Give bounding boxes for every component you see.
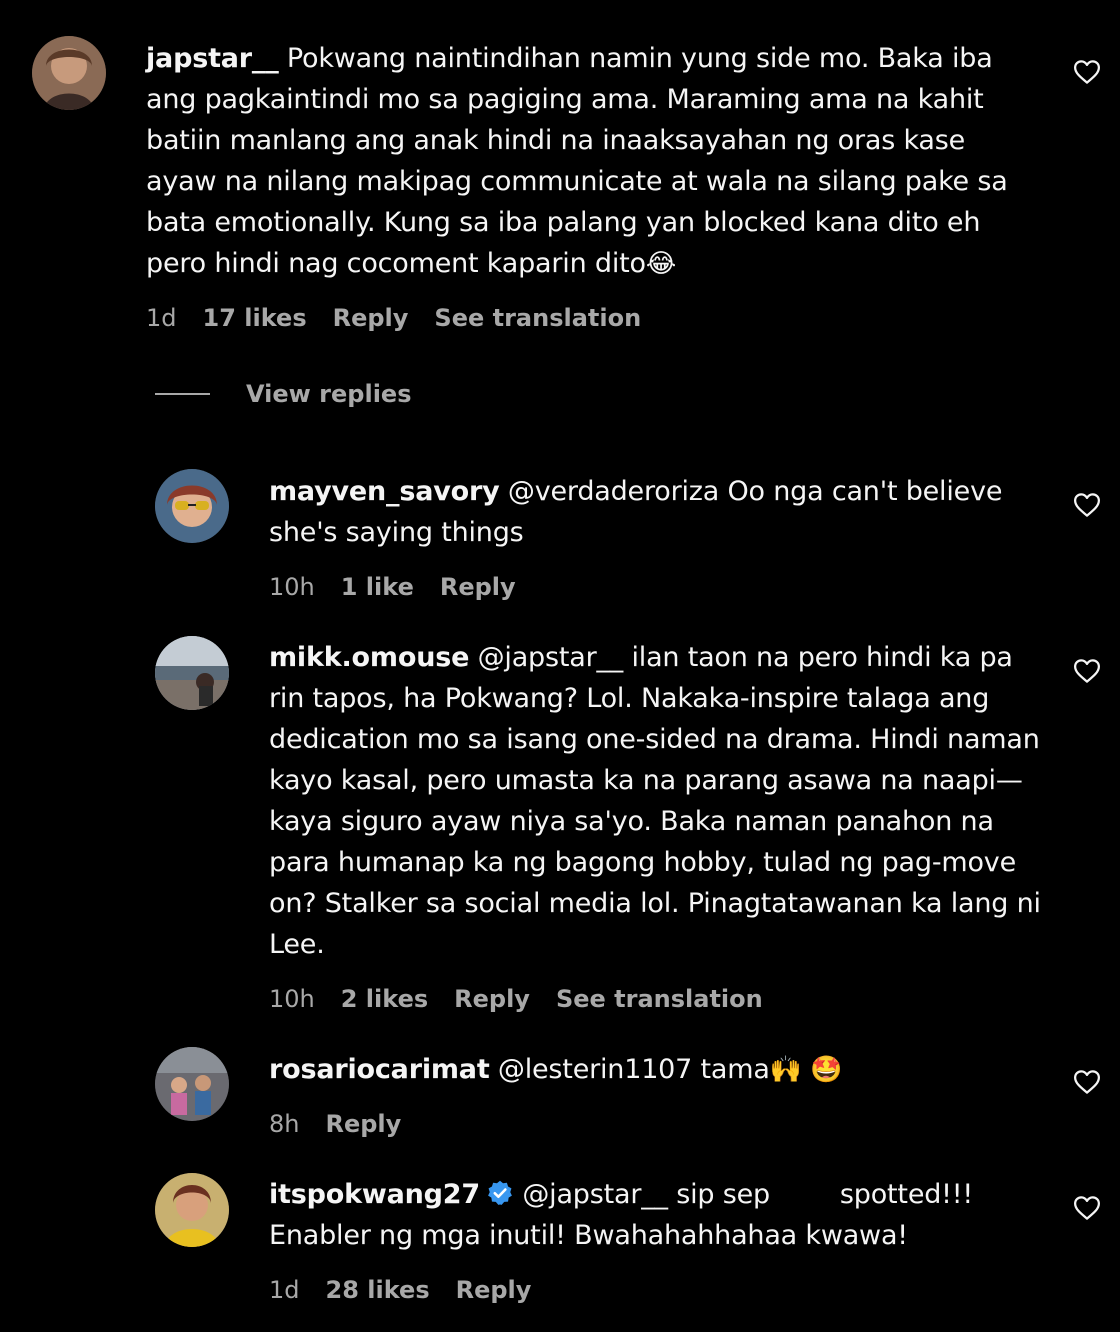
reply-meta: 10h 1 like Reply bbox=[269, 573, 516, 601]
reply-button[interactable]: Reply bbox=[440, 573, 516, 601]
reply-time: 10h bbox=[269, 985, 315, 1013]
reply-time: 10h bbox=[269, 573, 315, 601]
divider-line bbox=[155, 393, 210, 395]
reply-likes[interactable]: 1 like bbox=[341, 573, 414, 601]
reply-username[interactable]: mikk.omouse bbox=[269, 642, 469, 673]
avatar[interactable] bbox=[32, 36, 106, 110]
comment-meta: 1d 17 likes Reply See translation bbox=[146, 304, 641, 332]
reply-meta: 10h 2 likes Reply See translation bbox=[269, 985, 763, 1013]
reply-meta: 1d 28 likes Reply bbox=[269, 1276, 531, 1304]
avatar[interactable] bbox=[155, 469, 229, 543]
comment-likes[interactable]: 17 likes bbox=[203, 304, 307, 332]
reply-button[interactable]: Reply bbox=[325, 1110, 401, 1138]
reply-body: @japstar__ ilan taon na pero hindi ka pa… bbox=[269, 642, 1041, 960]
like-heart-icon[interactable] bbox=[1072, 1067, 1102, 1097]
like-heart-icon[interactable] bbox=[1072, 490, 1102, 520]
reply-username[interactable]: mayven_savory bbox=[269, 476, 500, 507]
reply-button[interactable]: Reply bbox=[333, 304, 409, 332]
see-translation-button[interactable]: See translation bbox=[434, 304, 641, 332]
reply-text: itspokwang27 @japstar__ sip sep spotted!!… bbox=[269, 1174, 1049, 1256]
comment-text: japstar__ Pokwang naintindihan namin yun… bbox=[146, 38, 1036, 285]
reply-username[interactable]: rosariocarimat bbox=[269, 1054, 490, 1085]
see-translation-button[interactable]: See translation bbox=[556, 985, 763, 1013]
like-heart-icon[interactable] bbox=[1072, 1193, 1102, 1223]
verified-badge-icon bbox=[486, 1179, 514, 1207]
reply-body-line2: Enabler ng mga inutil! Bwahahahhahaa kwa… bbox=[269, 1220, 908, 1251]
reply-button[interactable]: Reply bbox=[456, 1276, 532, 1304]
reply-likes[interactable]: 28 likes bbox=[326, 1276, 430, 1304]
avatar-image bbox=[155, 636, 229, 710]
avatar-image bbox=[155, 1173, 229, 1247]
reply-text: rosariocarimat @lesterin1107 tama🙌 🤩 bbox=[269, 1049, 1049, 1091]
reply-body-part1: @japstar__ sip sep bbox=[522, 1179, 770, 1210]
laughing-emoji: 😂 bbox=[645, 249, 677, 279]
avatar[interactable] bbox=[155, 1173, 229, 1247]
emoji-group: 🙌 🤩 bbox=[769, 1055, 843, 1085]
view-replies-label: View replies bbox=[246, 380, 412, 408]
reply-body: @lesterin1107 tama bbox=[497, 1054, 770, 1085]
avatar[interactable] bbox=[155, 636, 229, 710]
reply-username[interactable]: itspokwang27 bbox=[269, 1179, 480, 1210]
avatar-image bbox=[155, 1047, 229, 1121]
reply-text: mikk.omouse @japstar__ ilan taon na pero… bbox=[269, 637, 1049, 965]
reply-text: mayven_savory @verdaderoriza Oo nga can'… bbox=[269, 471, 1049, 553]
reply-time: 1d bbox=[269, 1276, 300, 1304]
comment-time: 1d bbox=[146, 304, 177, 332]
view-replies-button[interactable]: View replies bbox=[155, 380, 412, 408]
reply-body-part2: spotted!!! bbox=[839, 1179, 974, 1210]
reply-time: 8h bbox=[269, 1110, 300, 1138]
avatar-image bbox=[32, 36, 106, 110]
reply-likes[interactable]: 2 likes bbox=[341, 985, 428, 1013]
reply-button[interactable]: Reply bbox=[454, 985, 530, 1013]
avatar[interactable] bbox=[155, 1047, 229, 1121]
reply-meta: 8h Reply bbox=[269, 1110, 401, 1138]
like-heart-icon[interactable] bbox=[1072, 656, 1102, 686]
avatar-image bbox=[155, 469, 229, 543]
comment-username[interactable]: japstar__ bbox=[146, 43, 279, 74]
comment-body: Pokwang naintindihan namin yung side mo.… bbox=[146, 43, 1008, 279]
like-heart-icon[interactable] bbox=[1072, 57, 1102, 87]
